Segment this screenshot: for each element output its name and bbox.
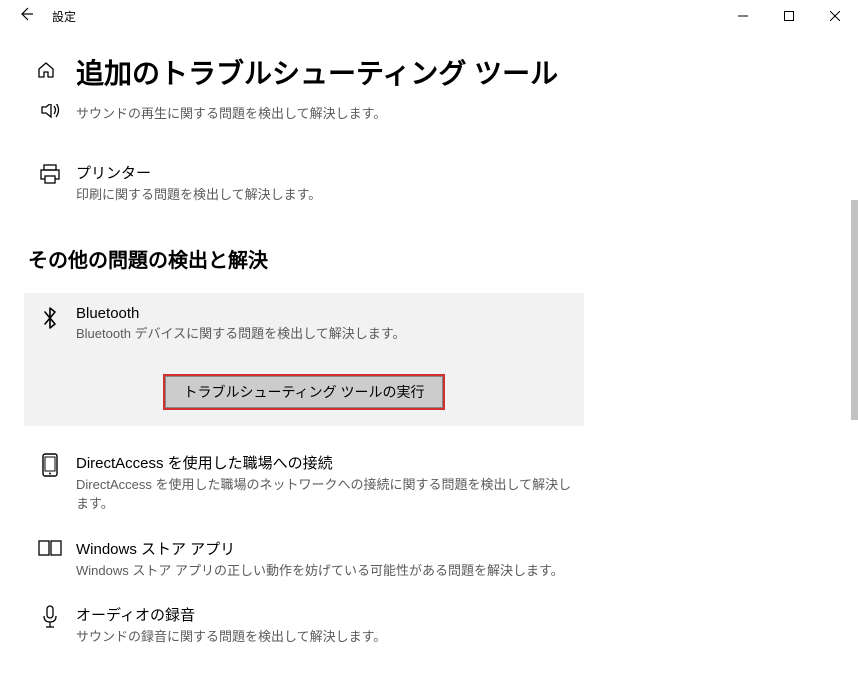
window-controls: [720, 0, 858, 32]
back-button[interactable]: [18, 6, 34, 27]
titlebar: 設定: [0, 0, 858, 32]
speaker-icon: [36, 104, 64, 124]
troubleshooter-item-printer[interactable]: プリンター 印刷に関する問題を検出して解決します。: [24, 154, 584, 215]
item-title: オーディオの録音: [76, 604, 572, 625]
item-title: プリンター: [76, 162, 572, 183]
item-title: DirectAccess を使用した職場への接続: [76, 452, 572, 473]
apps-icon: [36, 538, 64, 581]
window-title: 設定: [52, 8, 76, 25]
item-desc: Windows ストア アプリの正しい動作を妨げている可能性がある問題を解決しま…: [76, 561, 572, 581]
item-desc: 印刷に関する問題を検出して解決します。: [76, 185, 572, 205]
microphone-icon: [36, 604, 64, 647]
close-button[interactable]: [812, 0, 858, 32]
troubleshooter-item-bluetooth-selected[interactable]: Bluetooth Bluetooth デバイスに関する問題を検出して解決します…: [24, 293, 584, 426]
troubleshooter-item-store-apps[interactable]: Windows ストア アプリ Windows ストア アプリの正しい動作を妨げ…: [24, 530, 584, 591]
scrollbar-thumb[interactable]: [851, 200, 858, 420]
item-desc: サウンドの録音に関する問題を検出して解決します。: [76, 627, 572, 647]
bluetooth-icon: [36, 305, 64, 344]
minimize-button[interactable]: [720, 0, 766, 32]
troubleshooter-item-directaccess[interactable]: DirectAccess を使用した職場への接続 DirectAccess を使…: [24, 444, 584, 524]
troubleshooter-item-audio-recording[interactable]: オーディオの録音 サウンドの録音に関する問題を検出して解決します。: [24, 596, 584, 657]
page-title: 追加のトラブルシューティング ツール: [76, 52, 558, 92]
maximize-button[interactable]: [766, 0, 812, 32]
run-troubleshooter-button[interactable]: トラブルシューティング ツールの実行: [163, 374, 444, 410]
section-title-other: その他の問題の検出と解決: [28, 244, 834, 273]
content-area: サウンドの再生に関する問題を検出して解決します。 プリンター 印刷に関する問題を…: [0, 104, 858, 694]
troubleshooter-item-sound-playback[interactable]: サウンドの再生に関する問題を検出して解決します。: [24, 104, 584, 134]
item-title: Bluetooth: [76, 305, 572, 322]
item-desc: Bluetooth デバイスに関する問題を検出して解決します。: [76, 324, 572, 344]
item-title: Windows ストア アプリ: [76, 538, 572, 559]
item-desc: サウンドの再生に関する問題を検出して解決します。: [76, 104, 572, 124]
phone-icon: [36, 452, 64, 514]
page-header: 追加のトラブルシューティング ツール: [0, 32, 858, 104]
home-icon[interactable]: [36, 60, 56, 85]
printer-icon: [36, 162, 64, 205]
item-desc: DirectAccess を使用した職場のネットワークへの接続に関する問題を検出…: [76, 475, 572, 514]
